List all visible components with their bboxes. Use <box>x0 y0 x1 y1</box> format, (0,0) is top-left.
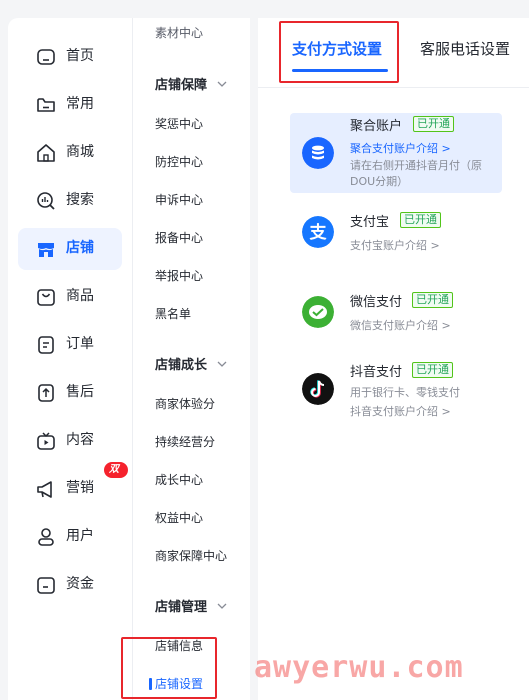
user-icon <box>38 528 54 546</box>
tab-customer-service-phone[interactable]: 客服电话设置 <box>420 38 510 59</box>
alipay-icon: 支 <box>302 216 334 248</box>
nav-item-shop[interactable]: 店铺 <box>18 228 122 270</box>
nav-item-aftersale[interactable]: 售后 <box>18 372 122 414</box>
payment-card-wechat[interactable]: 微信支付 已开通 微信支付账户介绍 > <box>290 288 502 348</box>
search-chart-icon <box>37 192 55 210</box>
payment-name: 微信支付 <box>350 295 403 310</box>
nav-item-label: 用户 <box>66 528 94 544</box>
megaphone-icon <box>37 481 52 498</box>
nav-item-label: 店铺 <box>66 240 94 256</box>
tab-active-underline <box>292 69 388 72</box>
nav2-group-shop-guarantee[interactable]: 店铺保障 <box>155 74 227 93</box>
payment-card-aggregate[interactable]: 聚合账户 已开通 聚合支付账户介绍 > 请在右侧开通抖音月付（原DOU分期） <box>290 113 502 193</box>
nav2-item[interactable]: 举报中心 <box>155 267 203 284</box>
wechat-intro-link[interactable]: 微信支付账户介绍 > <box>350 317 451 333</box>
nav2-group-shop-management[interactable]: 店铺管理 <box>155 596 227 615</box>
nav-item-label: 售后 <box>66 384 94 400</box>
nav2-item-shop-info[interactable]: 店铺信息 <box>155 637 203 654</box>
nav2-group-title: 店铺成长 <box>155 358 208 373</box>
secondary-nav: 素材中心 店铺保障 奖惩中心 防控中心 申诉中心 报备中心 举报中心 黑名单 店… <box>132 18 250 700</box>
douyin-intro-link[interactable]: 抖音支付账户介绍 > <box>350 403 451 419</box>
nav2-group-title: 店铺保障 <box>155 78 208 93</box>
nav2-item[interactable]: 权益中心 <box>155 509 203 526</box>
chevron-down-icon <box>217 81 227 87</box>
nav-item-label: 内容 <box>66 432 94 448</box>
nav-item-label: 常用 <box>66 96 94 112</box>
nav2-item-material-center[interactable]: 素材中心 <box>155 24 203 41</box>
promo-badge: 双11 <box>104 462 128 491</box>
nav-item-home[interactable]: 首页 <box>18 36 122 78</box>
douyin-pay-icon <box>302 373 334 405</box>
nav-item-label: 商品 <box>66 288 94 304</box>
nav2-group-title: 店铺管理 <box>155 600 208 615</box>
nav-item-marketing[interactable]: 营销 双11 <box>18 462 128 510</box>
nav2-item[interactable]: 持续经营分 <box>155 433 215 450</box>
nav2-item[interactable]: 报备中心 <box>155 229 203 246</box>
status-badge: 已开通 <box>413 116 454 132</box>
nav-item-label: 资金 <box>66 576 94 592</box>
nav-item-label: 订单 <box>66 336 94 352</box>
active-indicator <box>149 678 152 690</box>
nav2-item[interactable]: 成长中心 <box>155 471 203 488</box>
tab-payment-settings[interactable]: 支付方式设置 <box>292 38 382 59</box>
payment-name: 抖音支付 <box>350 365 403 380</box>
wechat-pay-icon <box>302 296 334 328</box>
tab-bar: 支付方式设置 客服电话设置 <box>258 18 529 88</box>
nav2-item[interactable]: 商家体验分 <box>155 395 215 412</box>
aggregate-intro-link[interactable]: 聚合支付账户介绍 > <box>350 140 451 156</box>
alipay-intro-link[interactable]: 支付宝账户介绍 > <box>350 237 440 253</box>
nav-item-orders[interactable]: 订单 <box>18 324 122 366</box>
payment-name: 聚合账户 <box>350 119 403 134</box>
nav2-group-shop-growth[interactable]: 店铺成长 <box>155 354 227 373</box>
nav-item-mall[interactable]: 商城 <box>18 132 122 174</box>
payment-desc: 请在右侧开通抖音月付（原DOU分期） <box>350 159 482 188</box>
aftersale-icon <box>38 384 54 402</box>
payment-desc: 用于银行卡、零钱支付 <box>350 386 460 399</box>
nav-item-label: 商城 <box>66 144 94 160</box>
chevron-down-icon <box>217 603 227 609</box>
nav2-item[interactable]: 申诉中心 <box>155 191 203 208</box>
nav-item-content[interactable]: 内容 <box>18 420 122 462</box>
chevron-down-icon <box>217 361 227 367</box>
nav-item-goods[interactable]: 商品 <box>18 276 122 318</box>
nav-item-search[interactable]: 搜索 <box>18 180 122 222</box>
main-content: 支付方式设置 客服电话设置 聚合账户 已开通 聚合支付账户介绍 > 请在右侧开通… <box>258 18 529 700</box>
order-icon <box>38 336 54 354</box>
nav-item-frequent[interactable]: 常用 <box>18 84 122 126</box>
nav2-item[interactable]: 防控中心 <box>155 153 203 170</box>
primary-nav: 首页 常用 商城 搜索 店铺 商品 订单 售后 内容 营销 双11 用户 资金 <box>8 18 132 700</box>
nav2-item[interactable]: 黑名单 <box>155 305 191 322</box>
status-badge: 已开通 <box>412 362 453 378</box>
nav-item-label: 营销 <box>66 480 94 496</box>
watermark: awyerwu.com <box>254 650 464 685</box>
status-badge: 已开通 <box>412 292 453 308</box>
nav2-item[interactable]: 商家保障中心 <box>155 547 227 564</box>
status-badge: 已开通 <box>400 212 441 228</box>
payment-name: 支付宝 <box>350 215 390 230</box>
tv-icon <box>37 432 55 450</box>
home-icon <box>37 49 55 65</box>
nav-item-label: 首页 <box>66 48 94 64</box>
nav-item-funds[interactable]: 资金 <box>18 564 122 606</box>
nav2-item[interactable]: 奖惩中心 <box>155 115 203 132</box>
shop-icon <box>38 243 54 257</box>
bag-icon <box>37 289 55 306</box>
nav-item-users[interactable]: 用户 <box>18 516 122 558</box>
payment-card-douyin[interactable]: 抖音支付 已开通 用于银行卡、零钱支付 抖音支付账户介绍 > <box>290 359 502 425</box>
wallet-icon <box>37 577 55 594</box>
svg-text:支: 支 <box>310 222 328 243</box>
payment-card-alipay[interactable]: 支 支付宝 已开通 支付宝账户介绍 > <box>290 208 502 268</box>
folder-icon <box>37 98 55 112</box>
store-house-icon <box>37 144 55 162</box>
nav2-item-shop-settings[interactable]: 店铺设置 <box>155 675 203 692</box>
aggregate-account-icon <box>302 137 334 169</box>
nav-item-label: 搜索 <box>66 192 94 208</box>
